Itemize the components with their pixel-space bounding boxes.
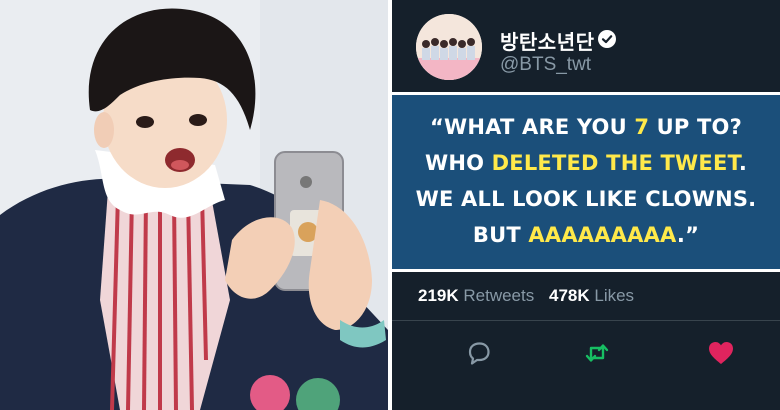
- profile-avatar[interactable]: [416, 14, 482, 80]
- divider-line: [392, 320, 780, 321]
- text-segment: UP TO?: [649, 115, 742, 139]
- highlight-segment: 7: [634, 115, 650, 139]
- text-segment: .”: [676, 223, 700, 247]
- tweet-stats: 219K Retweets 478K Likes: [418, 286, 644, 306]
- photo: [0, 0, 388, 410]
- tweet-actions: [392, 336, 780, 376]
- highlight-segment: AAAAAAAAA: [528, 223, 677, 247]
- likes-count[interactable]: 478K: [549, 286, 590, 305]
- likes-label[interactable]: Likes: [594, 286, 634, 305]
- tweet-text-line: “WHAT ARE YOU 7 UP TO?: [392, 115, 780, 139]
- display-name[interactable]: 방탄소년단: [500, 26, 595, 55]
- tweet-card: 방탄소년단 @BTS_twt “WHAT ARE YOU 7 UP TO? WH…: [392, 0, 780, 410]
- retweets-label[interactable]: Retweets: [463, 286, 534, 305]
- tweet-text-box: “WHAT ARE YOU 7 UP TO? WHO DELETED THE T…: [392, 92, 780, 272]
- handle[interactable]: @BTS_twt: [500, 54, 591, 76]
- verified-badge-icon: [598, 30, 616, 48]
- text-segment: WHO: [424, 151, 492, 175]
- heart-icon[interactable]: [706, 338, 736, 368]
- reply-icon[interactable]: [464, 338, 494, 368]
- text-segment: BUT: [472, 223, 529, 247]
- tweet-header: 방탄소년단 @BTS_twt: [392, 0, 780, 92]
- retweet-icon[interactable]: [582, 338, 612, 368]
- retweets-count[interactable]: 219K: [418, 286, 459, 305]
- highlight-segment: DELETED THE TWEET: [491, 151, 739, 175]
- text-segment: “WHAT ARE YOU: [430, 115, 635, 139]
- tweet-text-line: WE ALL LOOK LIKE CLOWNS.: [415, 187, 757, 211]
- text-segment: .: [738, 151, 748, 175]
- tweet-text-line: WHO DELETED THE TWEET.: [392, 151, 780, 175]
- tweet-text-line: BUT AAAAAAAAA.”: [392, 223, 780, 247]
